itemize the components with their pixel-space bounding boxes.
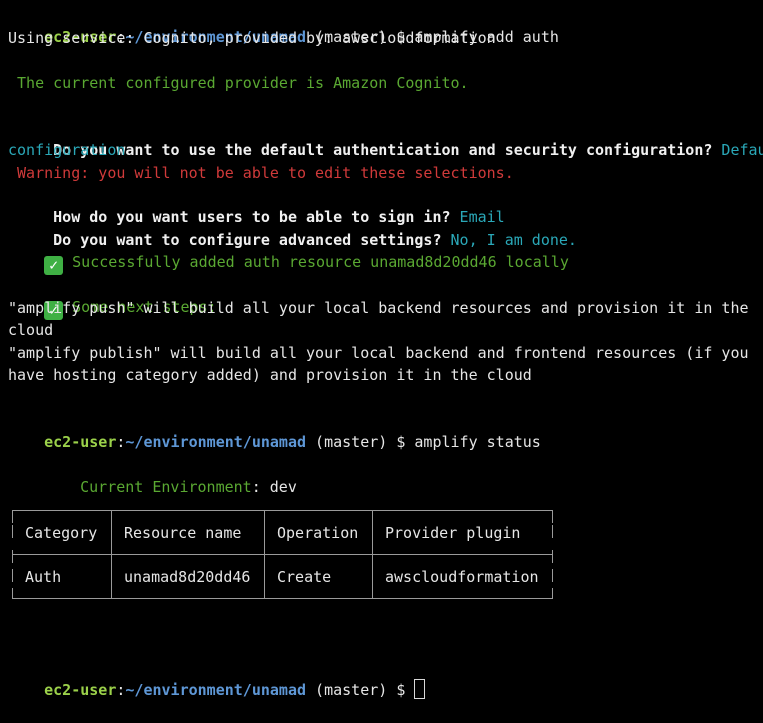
- prompt-line-add-auth: ec2-user:~/environment/unamad (master) $…: [44, 28, 559, 46]
- table-cell-resource-name: unamad8d20dd46: [124, 568, 251, 586]
- prompt-line-status: ec2-user:~/environment/unamad (master) $…: [44, 433, 541, 451]
- prompt-branch: (master) $: [306, 681, 415, 699]
- table-cell-operation: Create: [277, 568, 332, 586]
- prompt-branch: (master) $: [306, 433, 415, 451]
- environment-value: : dev: [251, 478, 297, 496]
- publish-hint-continuation: have hosting category added) and provisi…: [8, 366, 532, 384]
- push-hint-continuation: cloud: [8, 321, 54, 339]
- current-environment-line: Current Environment: dev: [44, 454, 297, 496]
- question-sign-in: How do you want users to be able to sign…: [8, 184, 505, 226]
- table-header-category: Category: [25, 524, 98, 542]
- answer-continuation: configuration: [8, 141, 126, 159]
- status-table: Category Resource name Operation Provide…: [12, 510, 553, 599]
- warning-line: Warning: you will not be able to edit th…: [8, 164, 514, 182]
- table-cell-provider-plugin: awscloudformation: [385, 568, 539, 586]
- success-line: ✓ Successfully added auth resource unama…: [8, 229, 569, 275]
- command-text: amplify status: [414, 433, 541, 451]
- current-provider-line: The current configured provider is Amazo…: [8, 74, 469, 92]
- push-hint-line: "amplify push" will build all your local…: [8, 299, 749, 317]
- publish-hint-line: "amplify publish" will build all your lo…: [8, 344, 749, 362]
- table-cell-category: Auth: [25, 568, 62, 586]
- prompt-path: ~/environment/unamad: [125, 681, 307, 699]
- table-header-provider-plugin: Provider plugin: [385, 524, 521, 542]
- table-border-bottom: [12, 598, 553, 599]
- table-header-resource-name: Resource name: [124, 524, 242, 542]
- question-default-config: Do you want to use the default authentic…: [8, 117, 763, 159]
- success-text: Successfully added auth resource unamad8…: [63, 253, 569, 271]
- prompt-user: ec2-user: [44, 433, 117, 451]
- question-text: Do you want to use the default authentic…: [44, 141, 713, 159]
- next-steps-line: ✓ Some next steps:: [8, 274, 217, 320]
- using-service-line: Using service: Cognito, provided by: aws…: [8, 29, 496, 47]
- prompt-line-current[interactable]: ec2-user:~/environment/unamad (master) $: [8, 657, 426, 699]
- environment-label: Current Environment: [80, 478, 252, 496]
- prompt-path: ~/environment/unamad: [125, 433, 307, 451]
- terminal-cursor[interactable]: [414, 679, 426, 699]
- table-border-top: [12, 510, 553, 511]
- check-mark-button-icon: ✓: [44, 256, 64, 275]
- terminal-window[interactable]: ec2-user:~/environment/unamad (master) $…: [0, 0, 763, 699]
- prompt-user: ec2-user: [44, 681, 117, 699]
- table-header-operation: Operation: [277, 524, 359, 542]
- answer-text: Default: [721, 141, 763, 159]
- table-header-separator: [12, 554, 553, 555]
- question-advanced-settings: Do you want to configure advanced settin…: [8, 207, 577, 249]
